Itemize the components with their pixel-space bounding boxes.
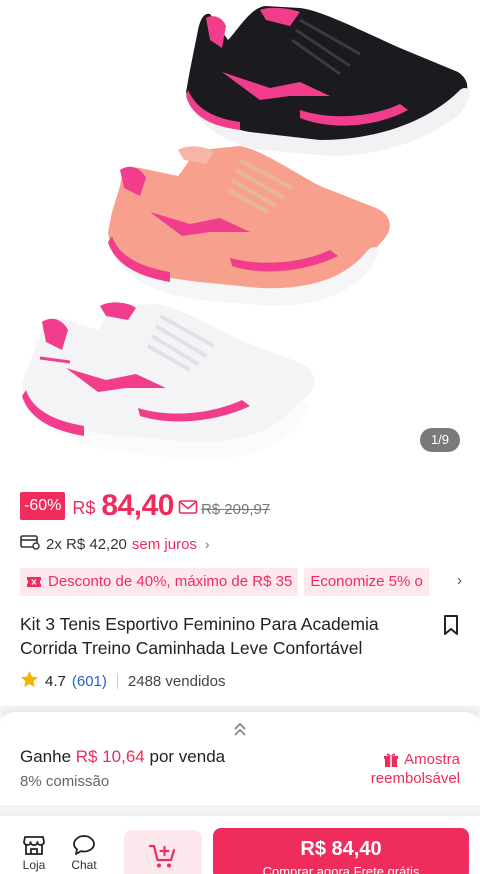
- rating-count[interactable]: (601): [72, 673, 107, 690]
- product-page: 1/9 -60% R$ 84,40 R$ 209,97 2x R$ 42,20 …: [0, 0, 480, 874]
- original-price: R$ 209,97: [200, 500, 271, 518]
- earn-amount: R$ 10,64: [75, 747, 145, 766]
- chevron-right-icon: ›: [204, 536, 210, 552]
- image-counter: 1/9: [420, 428, 460, 452]
- promo-chip-discount[interactable]: Desconto de 40%, máximo de R$ 35: [20, 568, 299, 596]
- installment-row[interactable]: 2x R$ 42,20 sem juros ›: [20, 533, 210, 555]
- chat-tab[interactable]: Chat: [64, 834, 104, 872]
- product-image: [22, 6, 470, 460]
- chat-bubble-icon: [73, 835, 95, 855]
- white-shoe-image: [22, 302, 315, 460]
- currency-symbol: R$: [72, 497, 96, 518]
- black-shoe-image: [186, 6, 470, 156]
- store-icon: [23, 836, 45, 855]
- peach-shoe-image: [108, 146, 390, 306]
- card-icon: [20, 534, 40, 554]
- promo-chip-label: Desconto de 40%, máximo de R$ 35: [48, 573, 293, 590]
- bookmark-icon[interactable]: [441, 614, 461, 641]
- divider: [116, 673, 118, 689]
- section-divider: [0, 805, 480, 815]
- sample-label-line2: reembolsável: [370, 770, 460, 787]
- earn-suffix: por venda: [144, 747, 226, 766]
- sold-count: 2488 vendidos: [127, 672, 226, 690]
- ticket-icon: [26, 575, 42, 589]
- buy-price: R$ 84,40: [300, 838, 382, 860]
- promotion-chips[interactable]: Desconto de 40%, máximo de R$ 35 Economi…: [20, 568, 480, 596]
- gift-icon: [384, 753, 399, 767]
- star-icon: [20, 670, 39, 692]
- product-image-gallery[interactable]: 1/9: [0, 0, 480, 478]
- buy-subtitle: Comprar agora Frete grátis: [262, 864, 420, 874]
- rating-score: 4.7: [45, 672, 66, 690]
- coupon-mail-icon: [178, 499, 198, 520]
- buy-now-button[interactable]: R$ 84,40 Comprar agora Frete grátis: [213, 828, 469, 874]
- add-to-cart-button[interactable]: [124, 830, 202, 874]
- refundable-sample-link[interactable]: Amostra reembolsável: [371, 750, 460, 788]
- earn-per-sale: Ganhe R$ 10,64 por venda: [20, 747, 225, 767]
- store-tab[interactable]: Loja: [14, 834, 54, 872]
- earn-prefix: Ganhe: [20, 747, 76, 766]
- commission-rate: 8% comissão: [20, 773, 110, 790]
- promo-chip-label: Economize 5% o: [310, 573, 423, 590]
- price-row: -60% R$ 84,40 R$ 209,97: [20, 489, 271, 522]
- add-to-cart-icon: [148, 844, 176, 868]
- product-title: Kit 3 Tenis Esportivo Feminino Para Acad…: [20, 614, 379, 658]
- chat-label: Chat: [71, 858, 97, 872]
- installment-interest: sem juros: [131, 535, 197, 553]
- sample-label-line1: Amostra: [404, 751, 460, 768]
- current-price: 84,40: [101, 489, 174, 522]
- installment-text: 2x R$ 42,20: [46, 535, 127, 553]
- double-chevron-up-icon[interactable]: [232, 720, 248, 743]
- chevron-right-icon[interactable]: ›: [457, 572, 462, 589]
- promo-chip-savings[interactable]: Economize 5% o: [304, 568, 429, 596]
- bottom-action-bar: Loja Chat R$ 84,40 Comprar agora Frete g…: [0, 815, 480, 874]
- discount-badge: -60%: [20, 492, 66, 520]
- rating-row[interactable]: 4.7 (601) 2488 vendidos: [20, 670, 225, 692]
- store-label: Loja: [22, 858, 46, 872]
